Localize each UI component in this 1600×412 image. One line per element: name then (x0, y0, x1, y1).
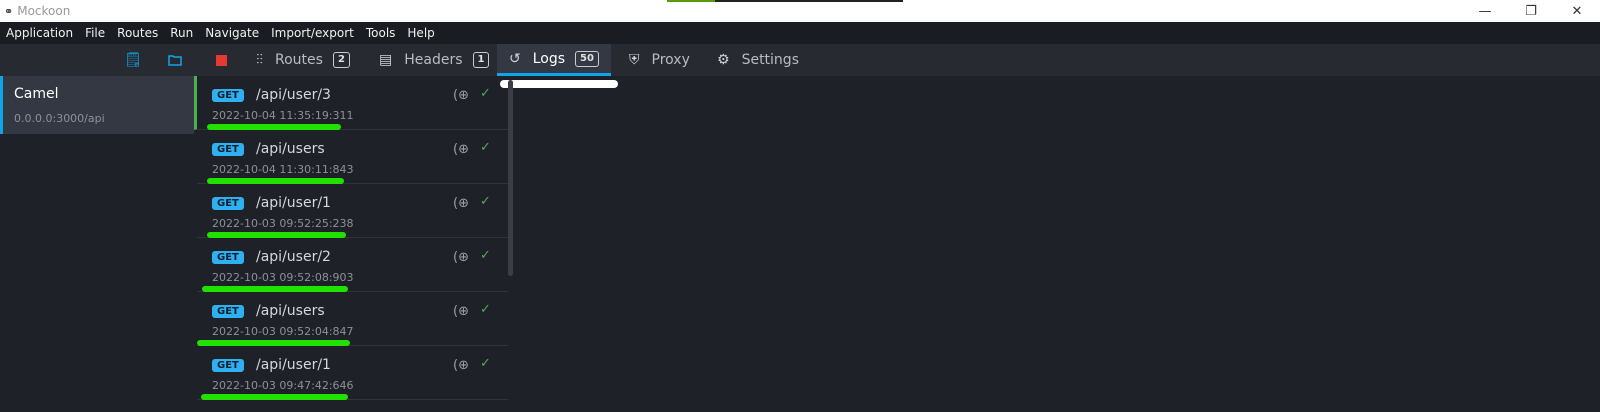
routes-icon: ⫶⫶ (256, 52, 263, 68)
mock-route-icon[interactable]: (⊕ (453, 196, 469, 211)
check-icon: ✓ (480, 86, 491, 101)
menu-import-export[interactable]: Import/export (271, 26, 354, 40)
mock-route-icon[interactable]: (⊕ (453, 250, 469, 265)
open-folder-icon[interactable] (166, 44, 184, 76)
log-path: /api/users (256, 141, 325, 157)
tab-routes[interactable]: ⫶⫶ Routes 2 (256, 44, 350, 76)
environment-host: 0.0.0.0:3000/api (14, 112, 105, 125)
mock-route-icon[interactable]: (⊕ (453, 358, 469, 373)
log-timestamp: 2022-10-04 11:35:19:311 (212, 109, 354, 122)
method-badge: GET (212, 305, 244, 318)
check-icon: ✓ (480, 140, 491, 155)
history-icon: ↺ (509, 50, 521, 67)
log-entry[interactable]: GET /api/user/3 2022-10-04 11:35:19:311 … (194, 76, 508, 130)
restore-button[interactable]: ❐ (1508, 0, 1554, 22)
tab-proxy[interactable]: ⛨ Proxy (629, 44, 690, 76)
tab-label: Proxy (651, 52, 690, 68)
log-entry[interactable]: GET /api/user/1 2022-10-03 09:52:25:238 … (197, 184, 508, 238)
environment-sidebar: Camel 0.0.0.0:3000/api (0, 76, 194, 412)
check-icon: ✓ (480, 356, 491, 371)
routes-count-badge: 2 (332, 52, 350, 68)
annotation-highlight (500, 80, 618, 88)
method-badge: GET (212, 143, 244, 156)
logs-count-badge: 50 (575, 50, 599, 67)
window-title: Mockoon (17, 4, 71, 18)
menu-tools[interactable]: Tools (366, 26, 396, 40)
method-badge: GET (212, 251, 244, 264)
environment-item-camel[interactable]: Camel 0.0.0.0:3000/api (0, 76, 194, 134)
log-timestamp: 2022-10-03 09:52:08:903 (212, 271, 354, 284)
gear-icon: ⚙ (717, 52, 730, 68)
shield-icon: ⛨ (629, 52, 640, 68)
menu-help[interactable]: Help (407, 26, 434, 40)
method-badge: GET (212, 359, 244, 372)
tab-label: Settings (741, 52, 799, 68)
tab-label: Headers (404, 52, 463, 68)
headers-count-badge: 1 (472, 52, 490, 68)
log-entry[interactable]: GET /api/user/1 2022-10-03 09:47:42:646 … (197, 346, 508, 400)
menu-routes[interactable]: Routes (117, 26, 158, 40)
decoration-bar (667, 0, 903, 2)
new-environment-icon[interactable]: 🗒 (124, 44, 142, 76)
menu-bar: Application File Routes Run Navigate Imp… (0, 22, 1600, 44)
check-icon: ✓ (480, 194, 491, 209)
tab-bar: 🗒 ⫶⫶ Routes 2 ▤ Headers 1 ↺ Logs 50 ⛨ Pr… (0, 44, 1600, 76)
close-button[interactable]: ✕ (1554, 0, 1600, 22)
method-badge: GET (212, 197, 244, 210)
log-list: GET /api/user/3 2022-10-04 11:35:19:311 … (194, 76, 508, 412)
log-entry[interactable]: GET /api/users 2022-10-04 11:30:11:843 (… (197, 130, 508, 184)
app-logo-icon: ⚭ (4, 4, 14, 18)
tab-settings[interactable]: ⚙ Settings (717, 44, 799, 76)
log-timestamp: 2022-10-03 09:52:25:238 (212, 217, 354, 230)
mock-route-icon[interactable]: (⊕ (453, 142, 469, 157)
scrollbar[interactable] (508, 80, 513, 276)
tab-label: Logs (532, 50, 566, 67)
check-icon: ✓ (480, 302, 491, 317)
log-path: /api/user/2 (256, 249, 331, 265)
menu-application[interactable]: Application (6, 26, 73, 40)
log-entry[interactable]: GET /api/users 2022-10-03 09:52:04:847 (… (197, 292, 508, 346)
check-icon: ✓ (480, 248, 491, 263)
tab-label: Routes (275, 52, 323, 68)
headers-icon: ▤ (379, 52, 393, 68)
mock-route-icon[interactable]: (⊕ (453, 304, 469, 319)
minimize-button[interactable]: — (1462, 0, 1508, 22)
tab-logs[interactable]: ↺ Logs 50 (497, 44, 611, 76)
environment-name: Camel (14, 86, 59, 102)
title-bar: ⚭ Mockoon — ❐ ✕ (0, 0, 1600, 22)
menu-file[interactable]: File (85, 26, 105, 40)
tab-headers[interactable]: ▤ Headers 1 (379, 44, 490, 76)
log-path: /api/user/1 (256, 195, 331, 211)
log-path: /api/user/3 (256, 87, 331, 103)
stop-icon (215, 54, 227, 66)
log-timestamp: 2022-10-03 09:47:42:646 (212, 379, 354, 392)
mock-route-icon[interactable]: (⊕ (453, 88, 469, 103)
menu-run[interactable]: Run (170, 26, 193, 40)
stop-button[interactable] (196, 44, 246, 76)
annotation-underline (201, 394, 348, 400)
log-timestamp: 2022-10-04 11:30:11:843 (212, 163, 354, 176)
method-badge: GET (212, 89, 244, 102)
log-entry[interactable]: GET /api/user/2 2022-10-03 09:52:08:903 … (197, 238, 508, 292)
menu-navigate[interactable]: Navigate (205, 26, 259, 40)
log-path: /api/users (256, 303, 325, 319)
log-path: /api/user/1 (256, 357, 331, 373)
log-timestamp: 2022-10-03 09:52:04:847 (212, 325, 354, 338)
